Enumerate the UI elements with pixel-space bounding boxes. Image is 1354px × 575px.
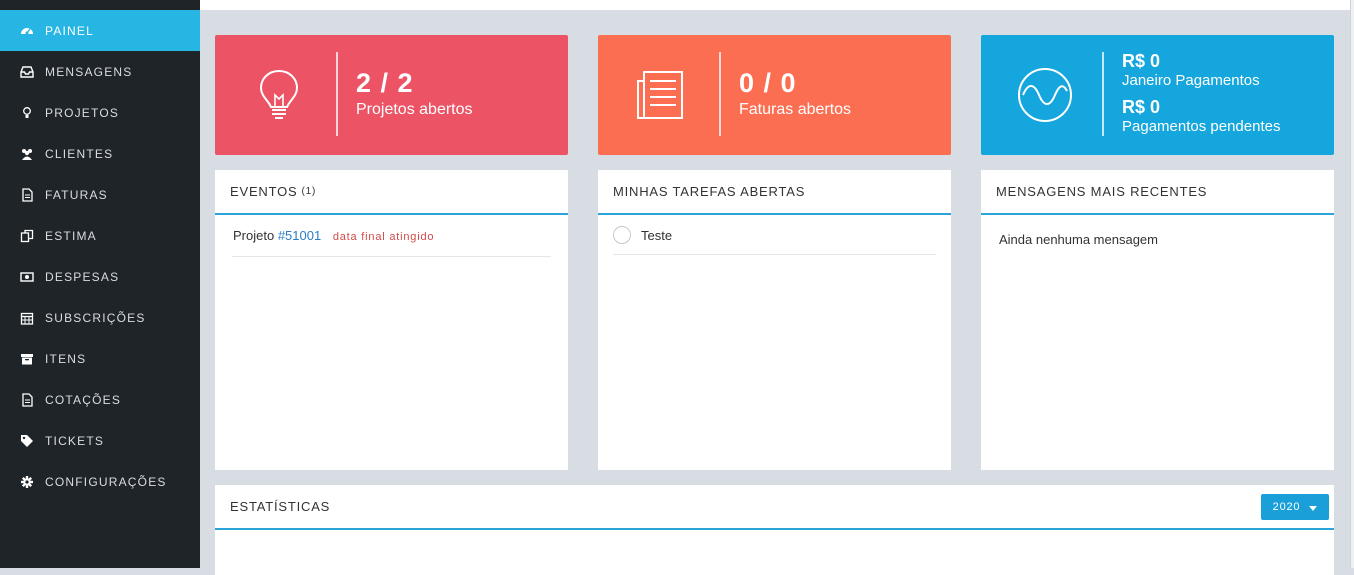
sidebar-item-label: ESTIMA	[45, 228, 97, 243]
panel-title: EVENTOS	[230, 184, 298, 199]
dashboard-icon	[20, 24, 34, 38]
sidebar-item-label: COTAÇÕES	[45, 392, 122, 407]
money-icon	[20, 270, 34, 284]
sidebar-item-label: PAINEL	[45, 23, 94, 38]
file-icon	[20, 187, 34, 202]
event-prefix: Projeto	[233, 228, 275, 243]
sidebar-item-subscricoes[interactable]: SUBSCRIÇÕES	[0, 297, 200, 338]
sidebar-item-painel[interactable]: PAINEL	[0, 10, 200, 51]
monthly-payments-value: R$ 0	[1122, 51, 1161, 71]
sidebar-item-label: TICKETS	[45, 433, 105, 448]
sidebar-item-label: ITENS	[45, 351, 87, 366]
scrollbar[interactable]	[1350, 0, 1354, 568]
sidebar-item-label: FATURAS	[45, 187, 108, 202]
task-label: Teste	[641, 227, 673, 243]
pending-payments-value: R$ 0	[1122, 97, 1161, 117]
project-link[interactable]: #51001	[278, 228, 321, 243]
sidebar-item-faturas[interactable]: FATURAS	[0, 174, 200, 215]
monthly-payments-label: Janeiro Pagamentos	[1122, 72, 1260, 89]
panel-title: MINHAS TAREFAS ABERTAS	[613, 184, 806, 199]
lightbulb-icon	[20, 106, 34, 120]
list-item: Projeto #51001 data final atingido	[232, 215, 551, 257]
task-checkbox[interactable]	[613, 226, 631, 244]
panel-header: ESTATÍSTICAS 2020	[215, 485, 1334, 530]
projects-card[interactable]: 2 / 2 Projetos abertos	[215, 35, 568, 155]
projects-label: Projetos abertos	[356, 101, 473, 118]
event-tag: data final atingido	[332, 231, 435, 243]
events-count: (1)	[301, 186, 317, 197]
wave-icon	[1017, 67, 1073, 123]
sidebar-item-itens[interactable]: ITENS	[0, 338, 200, 379]
top-bar	[200, 0, 1350, 10]
caret-down-icon	[1309, 506, 1318, 511]
divider	[1102, 52, 1104, 136]
year-value: 2020	[1272, 501, 1301, 513]
gear-icon	[20, 475, 34, 489]
sidebar-item-label: PROJETOS	[45, 105, 120, 120]
sidebar-item-estima[interactable]: ESTIMA	[0, 215, 200, 256]
divider	[336, 52, 338, 136]
panel-header: MINHAS TAREFAS ABERTAS	[598, 170, 951, 215]
invoice-icon	[634, 67, 690, 123]
sidebar-item-clientes[interactable]: CLIENTES	[0, 133, 200, 174]
archive-icon	[20, 352, 34, 366]
sidebar-item-mensagens[interactable]: MENSAGENS	[0, 51, 200, 92]
sidebar-item-label: MENSAGENS	[45, 64, 133, 79]
sidebar-item-projetos[interactable]: PROJETOS	[0, 92, 200, 133]
panel-header: MENSAGENS MAIS RECENTES	[981, 170, 1334, 215]
users-icon	[20, 147, 34, 161]
lightbulb-icon	[251, 67, 307, 123]
statistics-panel: ESTATÍSTICAS 2020	[215, 485, 1334, 575]
panel-header: EVENTOS (1)	[215, 170, 568, 215]
inbox-icon	[20, 65, 34, 79]
sidebar-item-tickets[interactable]: TICKETS	[0, 420, 200, 461]
sidebar-item-cotacoes[interactable]: COTAÇÕES	[0, 379, 200, 420]
tasks-panel: MINHAS TAREFAS ABERTAS Teste	[598, 170, 951, 470]
messages-panel: MENSAGENS MAIS RECENTES Ainda nenhuma me…	[981, 170, 1334, 470]
copy-icon	[20, 229, 34, 243]
calendar-icon	[20, 311, 34, 325]
sidebar-item-label: DESPESAS	[45, 269, 120, 284]
projects-count: 2 / 2	[356, 68, 414, 98]
tag-icon	[20, 434, 34, 448]
divider	[719, 52, 721, 136]
payments-card[interactable]: R$ 0 Janeiro Pagamentos R$ 0 Pagamentos …	[981, 35, 1334, 155]
events-panel: EVENTOS (1) Projeto #51001 data final at…	[215, 170, 568, 470]
invoices-label: Faturas abertos	[739, 101, 852, 118]
list-item: Teste	[613, 215, 936, 255]
sidebar-item-label: CLIENTES	[45, 146, 114, 161]
pending-payments-label: Pagamentos pendentes	[1122, 118, 1281, 135]
panel-title: MENSAGENS MAIS RECENTES	[996, 184, 1208, 199]
sidebar-item-label: CONFIGURAÇÕES	[45, 474, 167, 489]
document-icon	[20, 392, 34, 407]
sidebar: PAINEL MENSAGENS PROJETOS CLIENTES FATUR…	[0, 0, 200, 568]
sidebar-item-configuracoes[interactable]: CONFIGURAÇÕES	[0, 461, 200, 502]
panel-title: ESTATÍSTICAS	[230, 499, 331, 514]
invoices-card[interactable]: 0 / 0 Faturas abertos	[598, 35, 951, 155]
year-dropdown[interactable]: 2020	[1261, 494, 1329, 520]
sidebar-item-despesas[interactable]: DESPESAS	[0, 256, 200, 297]
empty-message: Ainda nenhuma mensagem	[999, 232, 1158, 247]
sidebar-item-label: SUBSCRIÇÕES	[45, 310, 146, 325]
invoices-count: 0 / 0	[739, 68, 797, 98]
